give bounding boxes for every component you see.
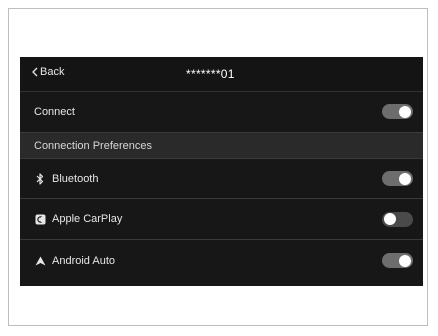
connect-toggle[interactable]: [382, 104, 413, 119]
bluetooth-icon: [34, 172, 46, 185]
toggle-knob: [399, 105, 411, 118]
bluetooth-label: Bluetooth: [52, 172, 99, 185]
carplay-icon: [34, 213, 46, 225]
connect-label: Connect: [34, 105, 75, 118]
android-auto-toggle[interactable]: [382, 253, 413, 268]
section-header: Connection Preferences: [20, 133, 423, 159]
apple-carplay-label: Apple CarPlay: [52, 213, 123, 225]
android-auto-row[interactable]: Android Auto: [20, 240, 423, 281]
header-bar: Back *******01: [20, 57, 423, 92]
android-auto-label: Android Auto: [52, 254, 115, 267]
apple-carplay-row[interactable]: Apple CarPlay: [20, 199, 423, 240]
connection-settings-screen: Back *******01 Connect Connection Prefer…: [20, 57, 423, 286]
toggle-knob: [399, 254, 411, 267]
chevron-left-icon: [32, 67, 38, 77]
bluetooth-toggle[interactable]: [382, 171, 413, 186]
connect-row[interactable]: Connect: [20, 91, 423, 133]
device-title: *******01: [186, 67, 235, 81]
toggle-knob: [384, 213, 396, 225]
android-auto-icon: [34, 255, 46, 267]
section-title: Connection Preferences: [34, 139, 153, 152]
apple-carplay-toggle[interactable]: [382, 211, 413, 227]
toggle-knob: [399, 172, 411, 185]
back-button[interactable]: Back: [32, 66, 64, 78]
bluetooth-row[interactable]: Bluetooth: [20, 159, 423, 199]
back-label: Back: [40, 66, 65, 78]
